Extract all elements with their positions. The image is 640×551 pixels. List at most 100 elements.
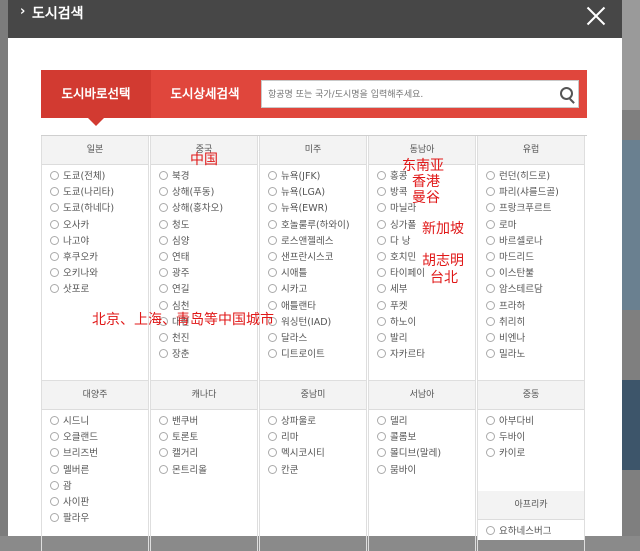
radio-icon[interactable]: [50, 432, 59, 442]
city-option[interactable]: 자카르타: [377, 347, 475, 363]
radio-icon[interactable]: [50, 284, 59, 294]
city-option[interactable]: 아부다비: [486, 414, 584, 430]
city-option[interactable]: 푸켓: [377, 299, 475, 315]
city-option[interactable]: 바르셀로나: [486, 234, 584, 250]
radio-icon[interactable]: [486, 171, 495, 180]
city-option[interactable]: 도쿄(하네다): [50, 201, 148, 217]
radio-icon[interactable]: [377, 432, 386, 442]
city-option[interactable]: 뉴욕(JFK): [268, 169, 366, 185]
radio-icon[interactable]: [50, 203, 59, 213]
radio-icon[interactable]: [486, 284, 495, 294]
city-option[interactable]: 괌: [50, 479, 148, 495]
radio-icon[interactable]: [50, 187, 59, 197]
city-option[interactable]: 시애틀: [268, 266, 366, 282]
city-option[interactable]: 프라하: [486, 299, 584, 315]
radio-icon[interactable]: [268, 464, 277, 474]
radio-icon[interactable]: [377, 316, 386, 326]
radio-icon[interactable]: [159, 219, 168, 229]
radio-icon[interactable]: [50, 268, 59, 278]
city-option[interactable]: 심양: [159, 234, 257, 250]
city-option[interactable]: 요하네스버그: [486, 524, 584, 540]
city-option[interactable]: 삿포로: [50, 282, 148, 298]
radio-icon[interactable]: [159, 464, 168, 474]
radio-icon[interactable]: [268, 251, 277, 261]
radio-icon[interactable]: [377, 235, 386, 245]
city-option[interactable]: 팔라우: [50, 511, 148, 527]
radio-icon[interactable]: [159, 268, 168, 278]
city-option[interactable]: 사이판: [50, 495, 148, 511]
radio-icon[interactable]: [377, 219, 386, 229]
city-option[interactable]: 밀라노: [486, 347, 584, 363]
city-option[interactable]: 발리: [377, 331, 475, 347]
radio-icon[interactable]: [268, 300, 277, 310]
city-option[interactable]: 샌프란시스코: [268, 250, 366, 266]
city-option[interactable]: 몬트리올: [159, 463, 257, 479]
radio-icon[interactable]: [50, 235, 59, 245]
radio-icon[interactable]: [268, 448, 277, 458]
city-option[interactable]: 애틀랜타: [268, 299, 366, 315]
radio-icon[interactable]: [50, 464, 59, 474]
radio-icon[interactable]: [50, 448, 59, 458]
radio-icon[interactable]: [50, 496, 59, 506]
city-option[interactable]: 나고야: [50, 234, 148, 250]
radio-icon[interactable]: [159, 235, 168, 245]
radio-icon[interactable]: [377, 187, 386, 197]
city-option[interactable]: 멜버른: [50, 463, 148, 479]
city-option[interactable]: 시드니: [50, 414, 148, 430]
radio-icon[interactable]: [377, 300, 386, 310]
radio-icon[interactable]: [268, 268, 277, 278]
radio-icon[interactable]: [377, 464, 386, 474]
radio-icon[interactable]: [486, 203, 495, 213]
city-option[interactable]: 상해(푸동): [159, 185, 257, 201]
city-option[interactable]: 브리즈번: [50, 446, 148, 462]
radio-icon[interactable]: [50, 219, 59, 229]
city-option[interactable]: 워싱턴(IAD): [268, 315, 366, 331]
city-option[interactable]: 취리히: [486, 315, 584, 331]
city-option[interactable]: 뉴욕(EWR): [268, 201, 366, 217]
city-option[interactable]: 시카고: [268, 282, 366, 298]
radio-icon[interactable]: [377, 284, 386, 294]
radio-icon[interactable]: [377, 268, 386, 278]
radio-icon[interactable]: [268, 203, 277, 213]
radio-icon[interactable]: [486, 448, 495, 458]
radio-icon[interactable]: [486, 316, 495, 326]
radio-icon[interactable]: [159, 203, 168, 213]
radio-icon[interactable]: [268, 187, 277, 197]
radio-icon[interactable]: [486, 300, 495, 310]
radio-icon[interactable]: [377, 203, 386, 213]
city-option[interactable]: 호놀룰루(하와이): [268, 218, 366, 234]
city-option[interactable]: 두바이: [486, 430, 584, 446]
radio-icon[interactable]: [50, 171, 59, 180]
close-icon[interactable]: [582, 2, 610, 30]
city-option[interactable]: 연길: [159, 282, 257, 298]
radio-icon[interactable]: [50, 513, 59, 523]
city-option[interactable]: 암스테르담: [486, 282, 584, 298]
city-option[interactable]: 세부: [377, 282, 475, 298]
city-option[interactable]: 멕시코시티: [268, 446, 366, 462]
radio-icon[interactable]: [50, 480, 59, 490]
city-option[interactable]: 리마: [268, 430, 366, 446]
city-option[interactable]: 북경: [159, 169, 257, 185]
city-option[interactable]: 광주: [159, 266, 257, 282]
city-option[interactable]: 후쿠오카: [50, 250, 148, 266]
radio-icon[interactable]: [268, 332, 277, 342]
city-option[interactable]: 달라스: [268, 331, 366, 347]
radio-icon[interactable]: [159, 432, 168, 442]
search-input[interactable]: [266, 84, 550, 106]
radio-icon[interactable]: [486, 349, 495, 359]
city-option[interactable]: 장춘: [159, 347, 257, 363]
city-option[interactable]: 로마: [486, 218, 584, 234]
city-option[interactable]: 상파울로: [268, 414, 366, 430]
radio-icon[interactable]: [486, 432, 495, 442]
radio-icon[interactable]: [486, 268, 495, 278]
radio-icon[interactable]: [486, 416, 495, 425]
city-option[interactable]: 오클랜드: [50, 430, 148, 446]
city-option[interactable]: 오사카: [50, 218, 148, 234]
city-option[interactable]: 비엔나: [486, 331, 584, 347]
city-option[interactable]: 오키나와: [50, 266, 148, 282]
radio-icon[interactable]: [268, 219, 277, 229]
radio-icon[interactable]: [159, 187, 168, 197]
city-option[interactable]: 천진: [159, 331, 257, 347]
radio-icon[interactable]: [268, 416, 277, 425]
radio-icon[interactable]: [486, 526, 495, 535]
